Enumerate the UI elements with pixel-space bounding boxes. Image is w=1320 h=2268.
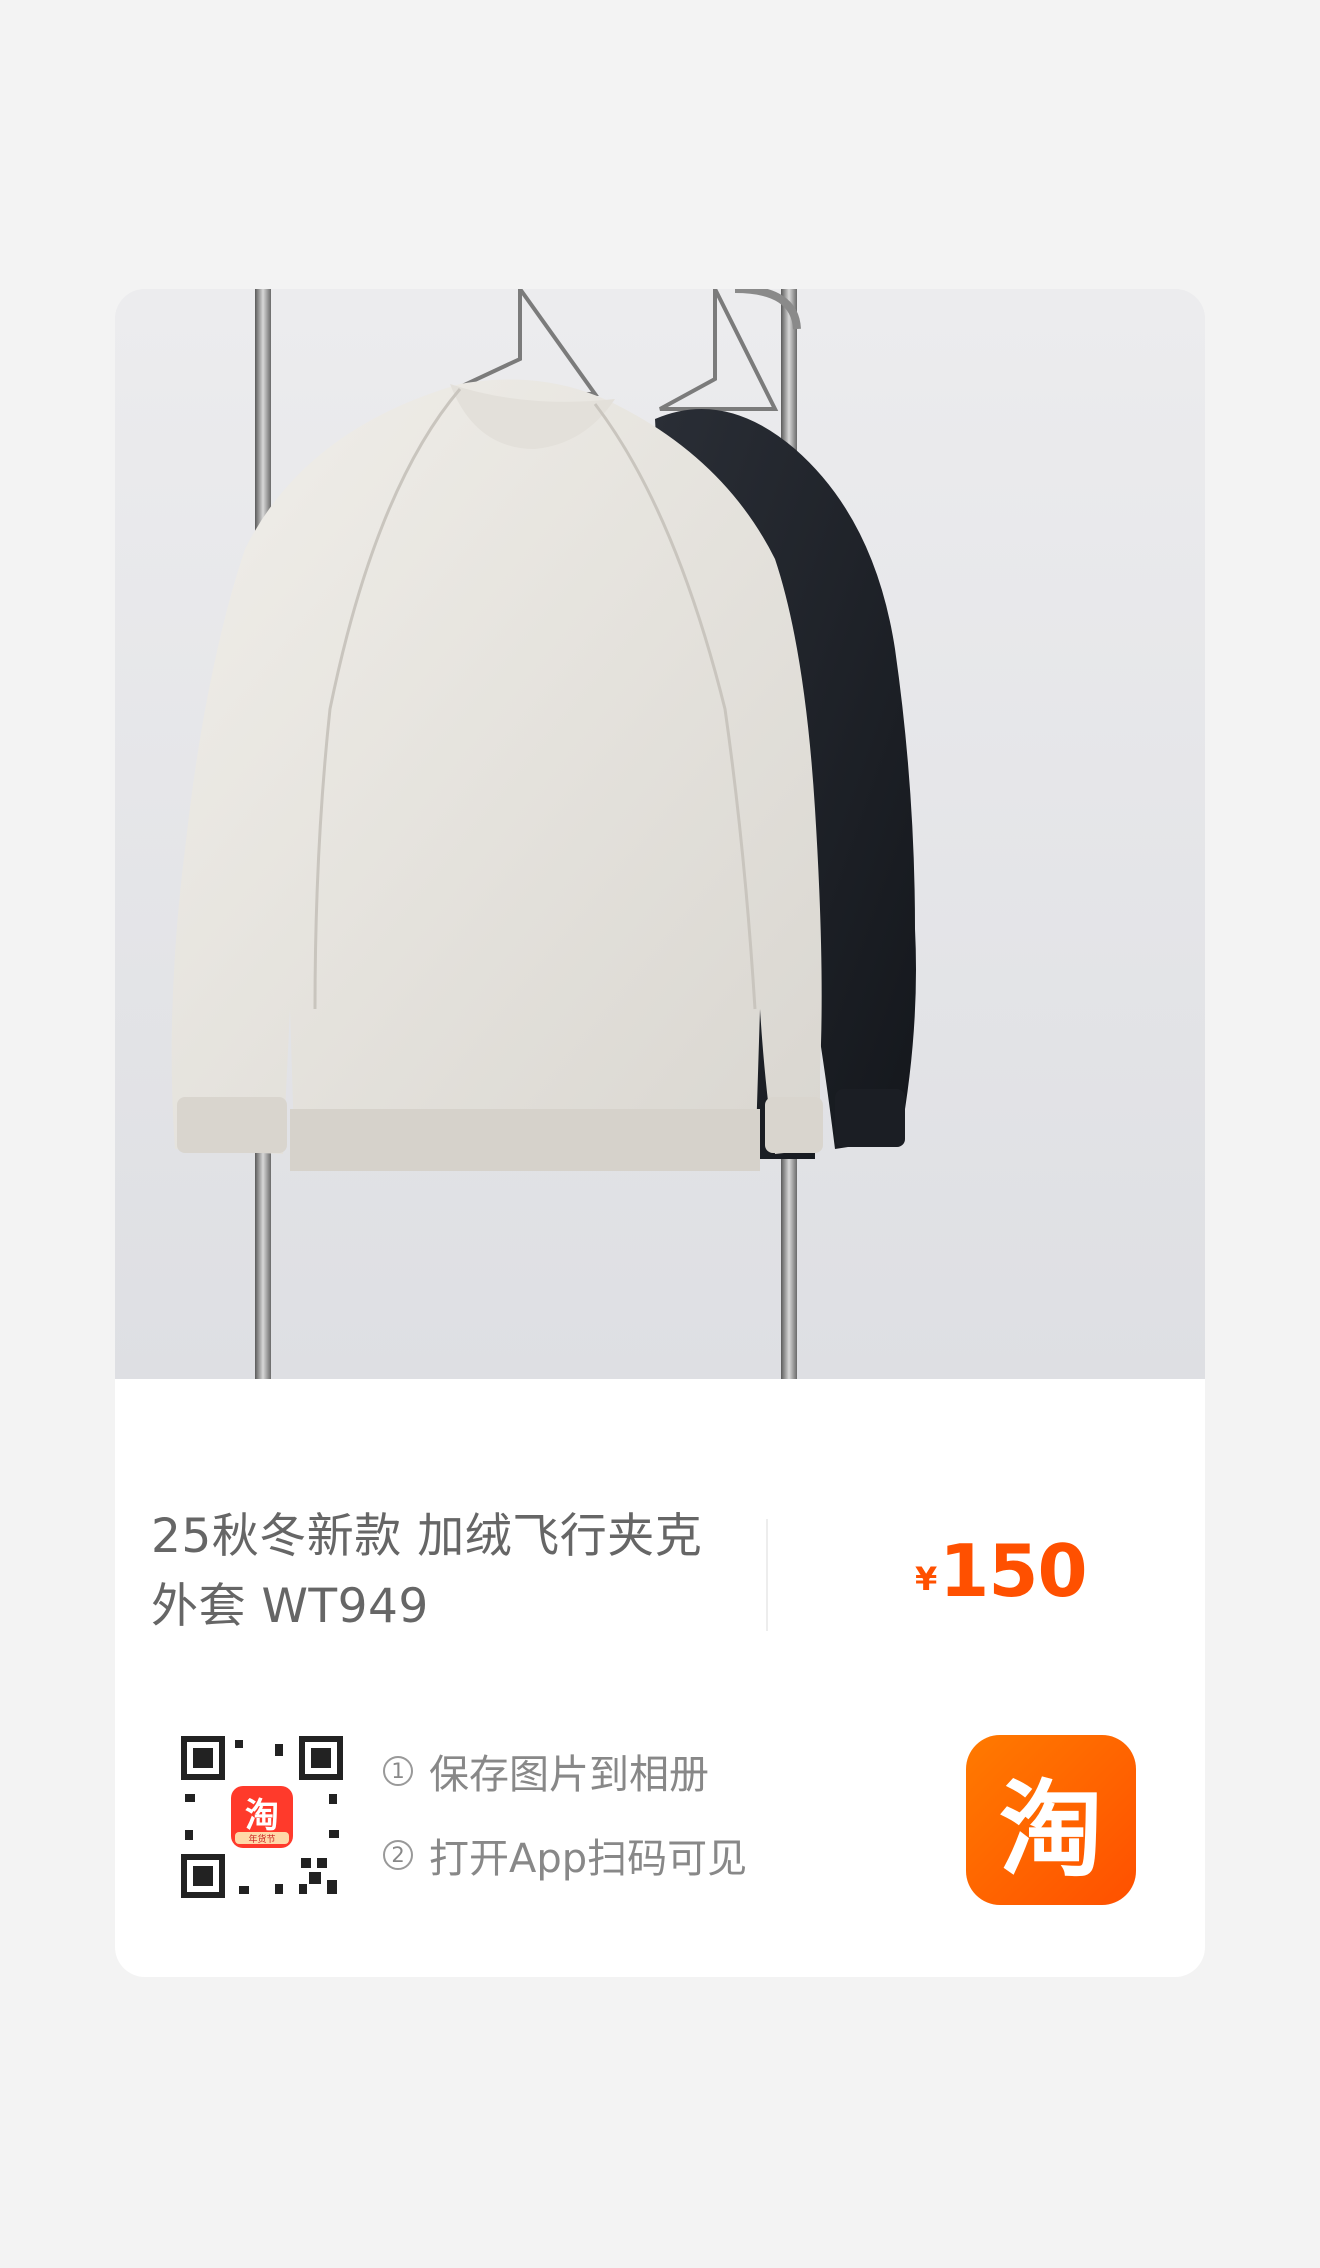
taobao-logo-char: 淘 (998, 1768, 1103, 1891)
step2-number: 2 (383, 1840, 413, 1870)
share-card: 25秋冬新款 加绒飞行夹克 外套 WT949 ¥150 淘 年货节 1 保存图片… (115, 289, 1205, 1977)
product-title-line1: 25秋冬新款 加绒飞行夹克 (151, 1509, 703, 1564)
taobao-logo-icon[interactable]: 淘 (966, 1735, 1136, 1905)
product-price: ¥150 (915, 1529, 1088, 1613)
divider (766, 1519, 768, 1631)
qr-code[interactable]: 淘 年货节 (179, 1734, 345, 1900)
product-photo-icon (115, 289, 1205, 1379)
qr-badge-sub: 年货节 (248, 1833, 275, 1845)
step2-text: 打开App扫码可见 (429, 1836, 748, 1882)
product-title: 25秋冬新款 加绒飞行夹克 外套 WT949 (151, 1502, 731, 1642)
share-steps: 1 保存图片到相册 2 打开App扫码可见 (383, 1741, 747, 1909)
step1-text: 保存图片到相册 (429, 1752, 709, 1798)
qr-code-icon: 淘 年货节 (179, 1734, 345, 1900)
product-title-line2: 外套 WT949 (151, 1579, 429, 1634)
step-save-image: 1 保存图片到相册 (383, 1741, 747, 1801)
step-open-app: 2 打开App扫码可见 (383, 1825, 747, 1885)
step1-number: 1 (383, 1756, 413, 1786)
currency-symbol: ¥ (915, 1560, 938, 1598)
qr-badge-char: 淘 (245, 1796, 279, 1836)
price-amount: 150 (939, 1529, 1087, 1613)
product-photo[interactable] (115, 289, 1205, 1379)
